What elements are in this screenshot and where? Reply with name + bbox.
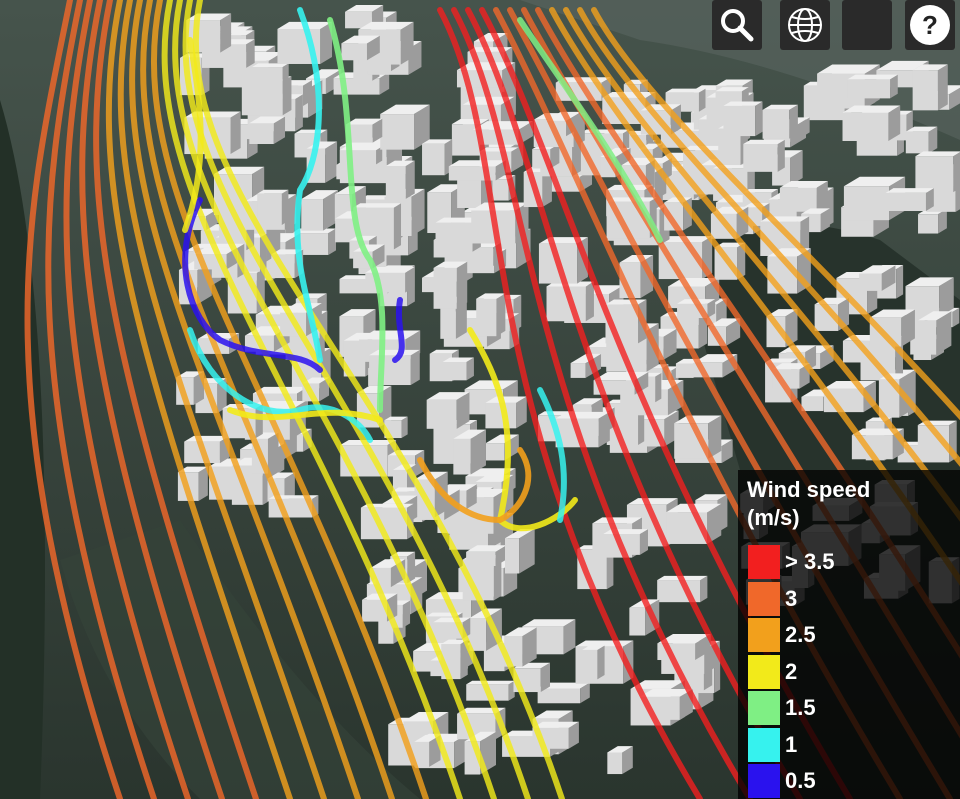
help-icon: ? (910, 5, 950, 45)
building (442, 357, 474, 381)
building (885, 188, 934, 212)
building (762, 104, 798, 139)
legend-entry: 1 (748, 727, 948, 762)
building (301, 190, 338, 231)
building (912, 64, 948, 111)
building (915, 151, 960, 193)
legend-entry: > 3.5 (748, 545, 948, 579)
building (842, 105, 901, 141)
building (453, 429, 486, 475)
wind-speed-legend: Wind speed (m/s) > 3.5 3 2.5 2 1.5 1 0.5 (738, 470, 960, 799)
building (917, 420, 957, 463)
legend-swatch (748, 545, 780, 579)
building (779, 181, 828, 212)
building (252, 63, 289, 94)
building (385, 160, 415, 199)
legend-swatch (748, 691, 780, 725)
globe-icon (788, 8, 822, 42)
building (918, 311, 952, 355)
building (607, 746, 633, 775)
legend-entry: 3 (748, 581, 948, 616)
legend-label: 0.5 (785, 768, 816, 793)
legend-title-line1: Wind speed (747, 477, 871, 502)
legend-entry: 0.5 (748, 764, 948, 798)
legend-title: Wind speed (m/s) (747, 476, 947, 532)
legend-label: > 3.5 (785, 549, 835, 574)
building (466, 545, 507, 567)
legend-swatch (748, 654, 780, 689)
legend-label: 2.5 (785, 622, 816, 647)
legend-swatch (748, 727, 780, 762)
building (249, 116, 286, 145)
legend-label: 1.5 (785, 695, 816, 720)
building (918, 208, 947, 234)
legend-entry: 2 (748, 654, 948, 689)
building (380, 104, 430, 150)
building (476, 293, 506, 337)
legend-label: 2 (785, 658, 798, 684)
building (448, 160, 506, 181)
building (257, 189, 289, 225)
legend-entry: 2.5 (748, 618, 948, 652)
legend-title-line2: (m/s) (747, 505, 800, 530)
search-icon (721, 9, 754, 42)
view-mode-button[interactable] (842, 0, 892, 50)
building (723, 101, 763, 137)
building (504, 528, 535, 574)
building (369, 349, 420, 386)
building (582, 645, 605, 680)
help-button[interactable]: ? (905, 0, 955, 50)
building (905, 126, 938, 154)
legend-swatch (748, 764, 780, 798)
help-glyph: ? (922, 10, 938, 40)
legend-entry: 1.5 (748, 691, 948, 725)
building (426, 392, 470, 429)
legend-label: 1 (785, 731, 798, 757)
globe-button[interactable] (780, 0, 830, 50)
building (743, 139, 785, 172)
building (422, 139, 453, 176)
building (339, 146, 383, 165)
legend-label: 3 (785, 585, 798, 611)
legend-swatch (748, 581, 780, 616)
building (433, 261, 468, 309)
legend-swatch (748, 618, 780, 652)
search-button[interactable] (712, 0, 762, 50)
building (847, 74, 898, 99)
